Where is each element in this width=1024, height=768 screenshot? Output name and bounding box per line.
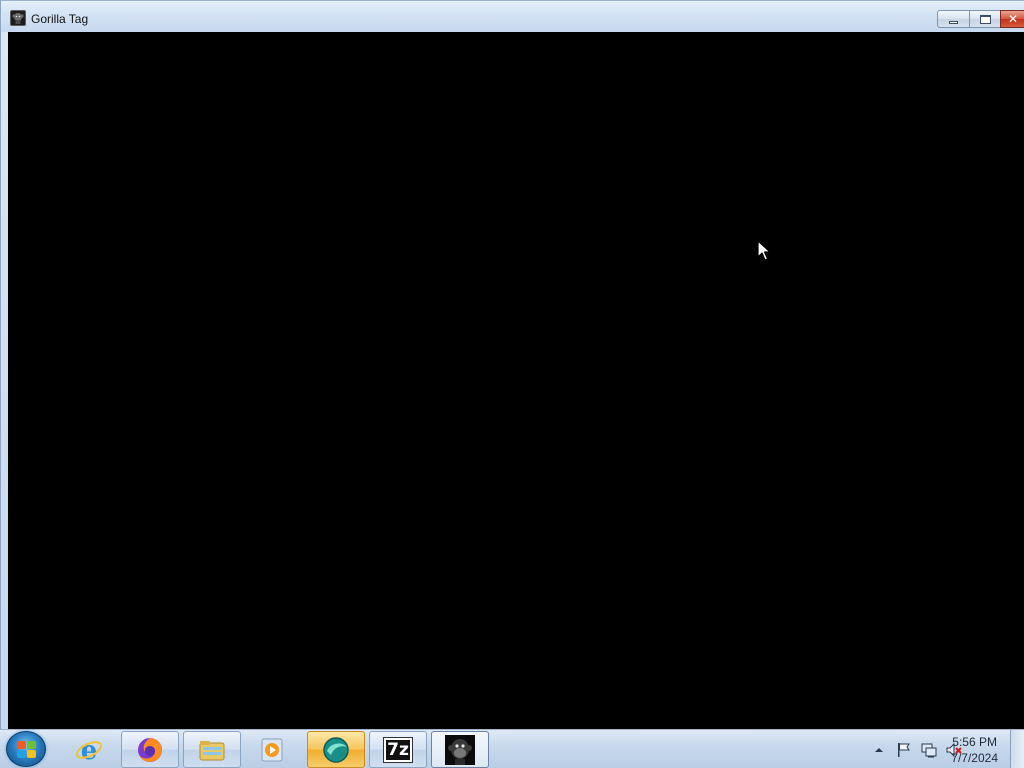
network-button[interactable] <box>921 742 937 758</box>
minimize-button[interactable] <box>937 10 970 28</box>
internet-explorer-icon: e <box>75 736 103 765</box>
game-viewport[interactable] <box>8 32 1024 729</box>
svg-text:e: e <box>81 736 98 765</box>
caption-buttons: ✕ <box>937 10 1024 28</box>
taskbar-internet-explorer[interactable]: e <box>60 731 118 768</box>
start-button[interactable] <box>6 731 46 767</box>
firefox-icon <box>138 737 162 762</box>
7zip-label: 7z <box>387 739 409 760</box>
window-titlebar[interactable]: Gorilla Tag ✕ <box>1 0 1024 32</box>
taskbar-teal-app[interactable] <box>307 731 365 768</box>
action-center-button[interactable] <box>896 742 912 758</box>
gorilla-tag-icon <box>445 734 475 765</box>
media-player-icon <box>261 738 283 761</box>
mouse-cursor-icon <box>757 240 771 261</box>
windows-start-icon <box>17 741 37 759</box>
app-teal-icon <box>323 736 349 763</box>
show-hidden-icons-button[interactable] <box>871 742 887 758</box>
restore-icon <box>979 14 991 24</box>
app-window: Gorilla Tag ✕ <box>0 0 1024 729</box>
taskbar-media-player[interactable] <box>243 731 301 768</box>
7zip-icon: 7z <box>383 736 413 763</box>
taskbar-gorilla-tag[interactable] <box>431 731 489 768</box>
restore-button[interactable] <box>969 10 1001 28</box>
taskbar: e 7z 5:56 PM 7/7/2024 <box>0 729 1024 768</box>
taskbar-file-explorer[interactable] <box>183 731 241 768</box>
show-desktop-button[interactable] <box>1010 730 1024 768</box>
network-icon <box>921 743 937 758</box>
taskbar-7zip[interactable]: 7z <box>369 731 427 768</box>
close-button[interactable]: ✕ <box>1000 10 1024 28</box>
show-hidden-icons-arrow <box>875 748 883 752</box>
minimize-icon <box>949 20 958 24</box>
gorilla-app-icon[interactable] <box>10 10 26 26</box>
clock-date: 7/7/2024 <box>951 751 998 765</box>
action-center-flag-icon <box>898 743 910 757</box>
file-explorer-icon <box>199 740 225 760</box>
taskbar-clock[interactable]: 5:56 PM 7/7/2024 <box>951 734 998 766</box>
close-icon: ✕ <box>1007 12 1019 26</box>
window-title: Gorilla Tag <box>31 12 89 26</box>
taskbar-firefox[interactable] <box>121 731 179 768</box>
clock-time: 5:56 PM <box>952 735 997 749</box>
system-tray <box>871 737 962 763</box>
